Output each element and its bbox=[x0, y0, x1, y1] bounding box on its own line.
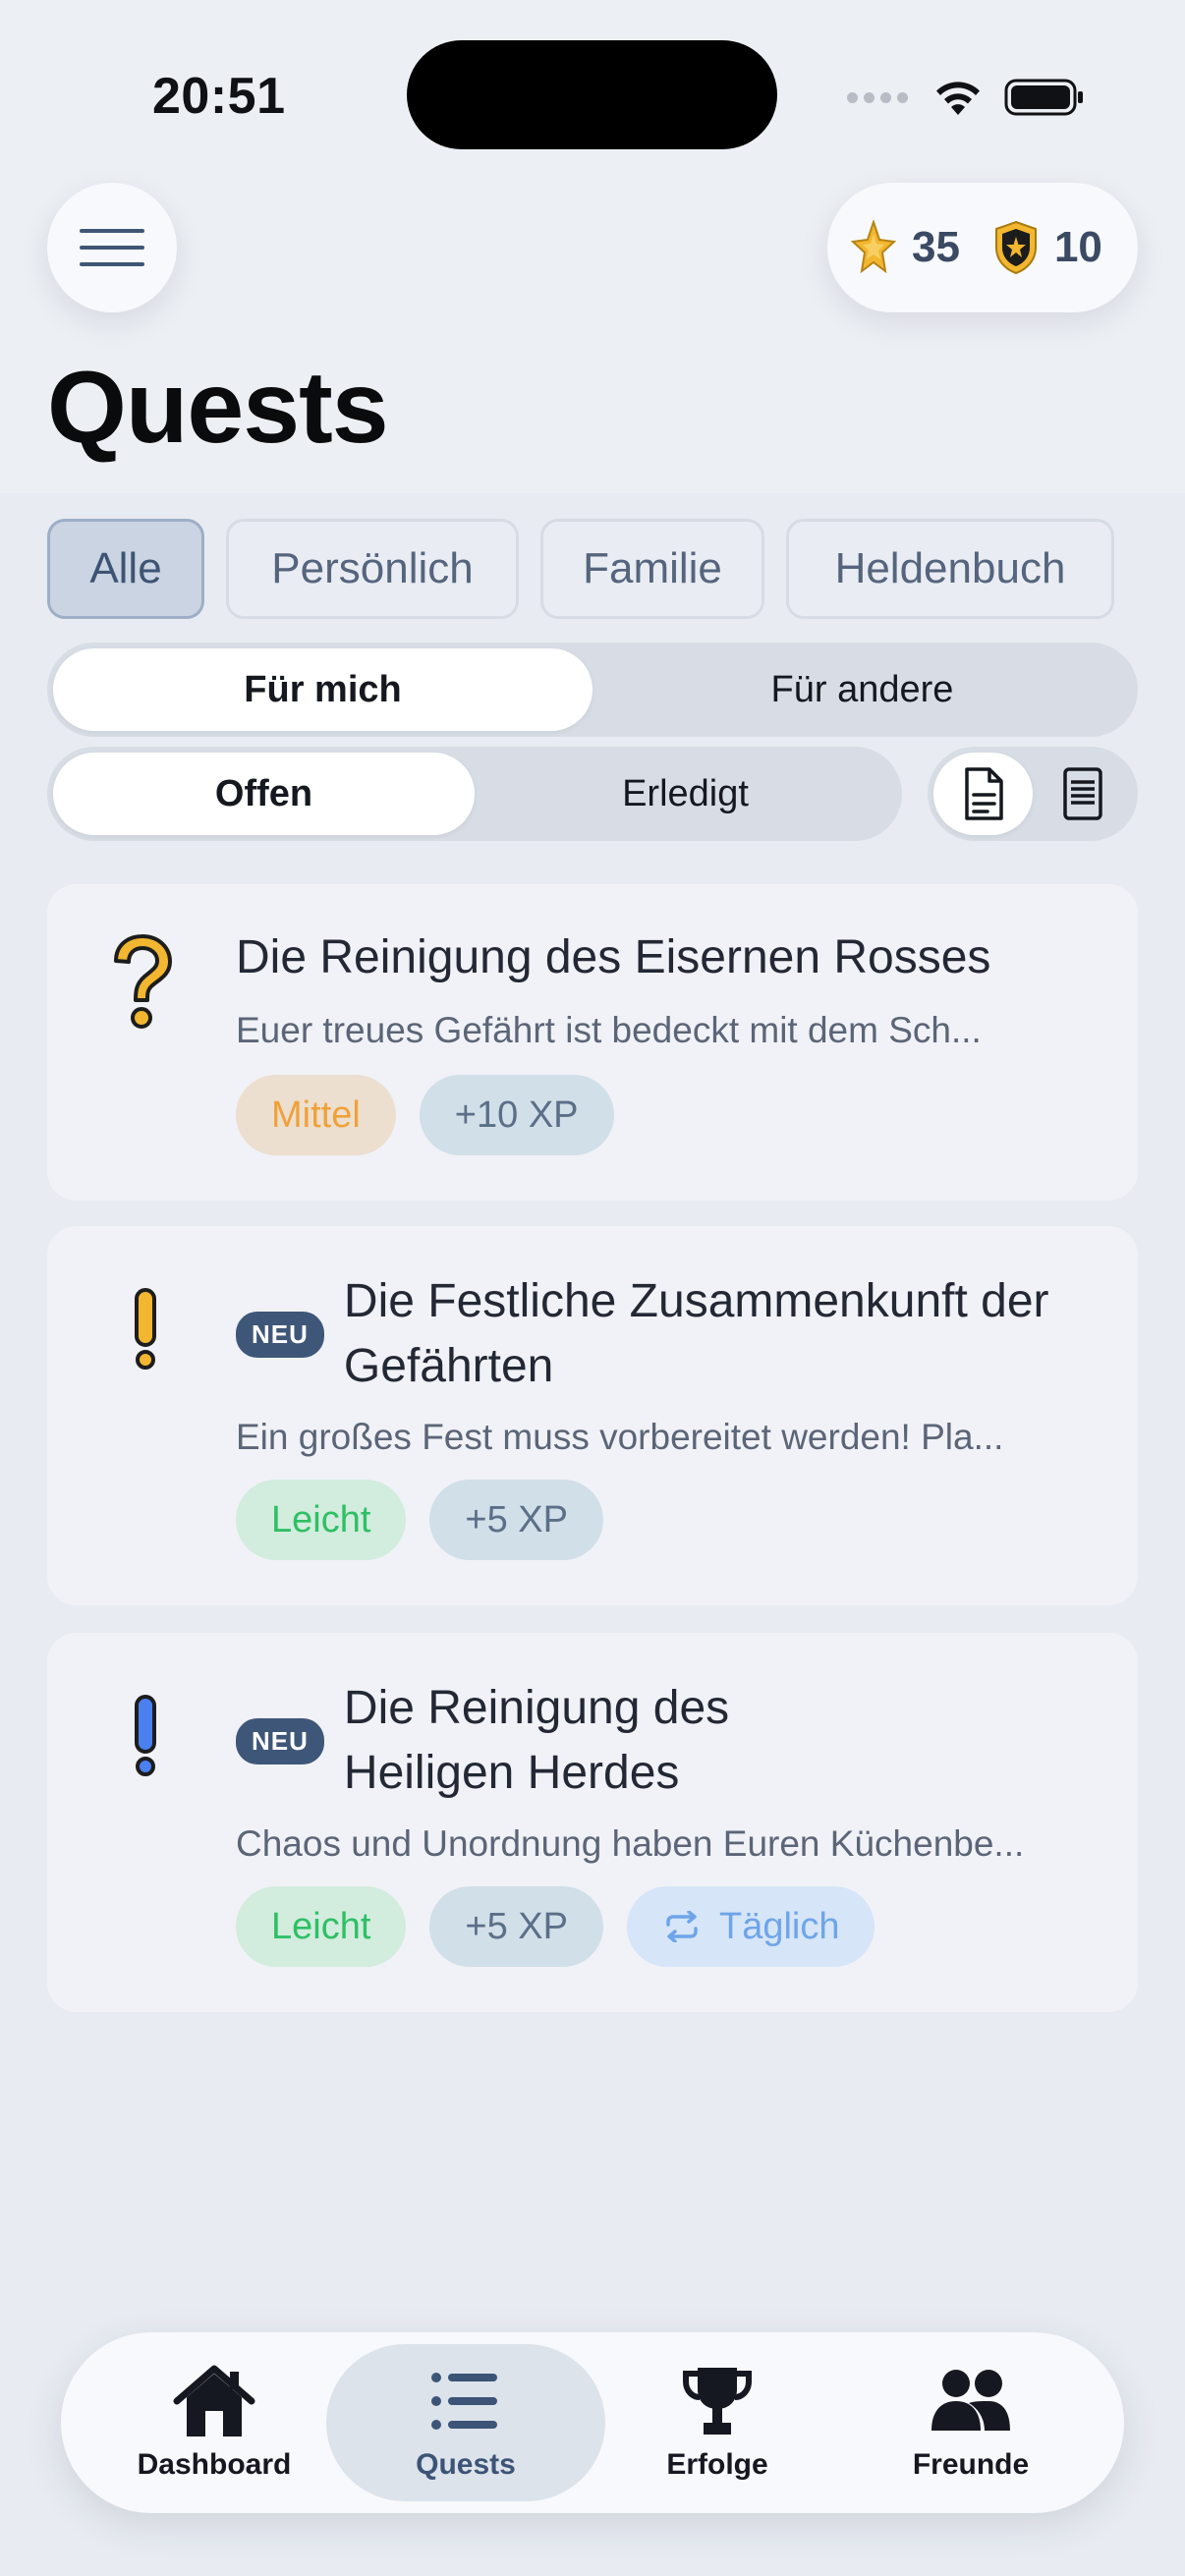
segment-offen[interactable]: Offen bbox=[53, 753, 475, 835]
nav-label: Freunde bbox=[912, 2448, 1030, 2481]
star-stat: 35 bbox=[851, 220, 960, 275]
status-time: 20:51 bbox=[152, 68, 286, 125]
quest-card[interactable]: NEU Die Festliche Zusammenkunft der Gefä… bbox=[47, 1226, 1138, 1605]
document-icon bbox=[964, 767, 1003, 820]
nav-item-quests[interactable]: Quests bbox=[343, 2332, 589, 2513]
quest-tags: Leicht +5 XP bbox=[236, 1480, 627, 1560]
status-toggle: Offen Erledigt bbox=[47, 747, 902, 841]
shield-count: 10 bbox=[1053, 223, 1102, 271]
trophy-icon bbox=[683, 2368, 752, 2435]
battery-icon bbox=[1004, 79, 1083, 116]
segment-erledigt[interactable]: Erledigt bbox=[475, 753, 896, 835]
quest-tags: Mittel +10 XP bbox=[236, 1075, 638, 1155]
new-badge: NEU bbox=[236, 1311, 324, 1358]
exclamation-icon bbox=[135, 1695, 156, 1776]
stats-pill[interactable]: 35 10 bbox=[827, 183, 1138, 312]
category-filter: Alle Persönlich Familie Heldenbuch bbox=[47, 519, 1114, 619]
chip-familie[interactable]: Familie bbox=[540, 519, 764, 619]
quest-title-row: NEU Die Festliche Zusammenkunft der Gefä… bbox=[236, 1269, 1089, 1399]
new-badge: NEU bbox=[236, 1717, 324, 1764]
question-mark-icon bbox=[114, 934, 172, 1029]
difficulty-tag: Leicht bbox=[236, 1886, 407, 1967]
dynamic-island bbox=[407, 40, 777, 149]
quest-description: Chaos und Unordnung haben Euren Küchenbe… bbox=[236, 1823, 1025, 1864]
quest-title-row: Die Reinigung des Eisernen Rosses bbox=[236, 925, 1089, 990]
wifi-icon bbox=[936, 82, 980, 115]
quest-title-row: NEU Die Reinigung des Heiligen Herdes bbox=[236, 1676, 804, 1806]
view-document-button[interactable] bbox=[933, 753, 1033, 835]
status-bar: 20:51 bbox=[0, 0, 1185, 187]
shield-stat: 10 bbox=[993, 220, 1102, 275]
list-icon bbox=[1062, 767, 1102, 820]
list-bullets-icon bbox=[431, 2373, 497, 2430]
star-count: 35 bbox=[912, 223, 960, 271]
view-list-button[interactable] bbox=[1033, 753, 1132, 835]
nav-label: Quests bbox=[416, 2448, 516, 2481]
quest-title: Die Festliche Zusammenkunft der Gefährte… bbox=[343, 1275, 1049, 1392]
view-toggle bbox=[928, 747, 1138, 841]
quest-card[interactable]: NEU Die Reinigung des Heiligen Herdes Ch… bbox=[47, 1633, 1138, 2012]
nav-item-erfolge[interactable]: Erfolge bbox=[594, 2332, 840, 2513]
segment-fuer-mich[interactable]: Für mich bbox=[53, 648, 592, 731]
hamburger-menu-icon bbox=[80, 229, 144, 266]
chip-alle[interactable]: Alle bbox=[47, 519, 204, 619]
difficulty-tag: Mittel bbox=[236, 1075, 396, 1155]
quest-description: Ein großes Fest muss vorbereitet werden!… bbox=[236, 1417, 1004, 1457]
nav-item-dashboard[interactable]: Dashboard bbox=[91, 2332, 337, 2513]
bottom-nav: Dashboard Quests Erfolge Freunde bbox=[61, 2332, 1124, 2513]
chip-persoenlich[interactable]: Persönlich bbox=[226, 519, 519, 619]
target-toggle: Für mich Für andere bbox=[47, 643, 1138, 737]
quest-description: Euer treues Gefährt ist bedeckt mit dem … bbox=[236, 1010, 982, 1050]
shield-icon bbox=[994, 220, 1037, 275]
cellular-signal-icon bbox=[847, 91, 908, 103]
page-title: Quests bbox=[47, 351, 389, 465]
quest-tags: Leicht +5 XP Täglich bbox=[236, 1886, 898, 1967]
xp-tag: +10 XP bbox=[419, 1075, 614, 1155]
home-icon bbox=[173, 2365, 255, 2436]
repeat-icon bbox=[666, 1911, 698, 1942]
recurrence-label: Täglich bbox=[718, 1905, 840, 1947]
nav-label: Dashboard bbox=[137, 2448, 292, 2481]
nav-label: Erfolge bbox=[666, 2448, 768, 2481]
status-icons bbox=[847, 73, 1085, 122]
menu-button[interactable] bbox=[47, 183, 177, 312]
quest-title: Die Reinigung des Eisernen Rosses bbox=[236, 931, 991, 983]
star-icon bbox=[851, 220, 896, 274]
quest-title: Die Reinigung des Heiligen Herdes bbox=[343, 1682, 730, 1799]
xp-tag: +5 XP bbox=[429, 1480, 603, 1560]
nav-item-freunde[interactable]: Freunde bbox=[848, 2332, 1094, 2513]
users-icon bbox=[931, 2370, 1010, 2431]
chip-heldenbuch[interactable]: Heldenbuch bbox=[786, 519, 1114, 619]
recurrence-tag: Täglich bbox=[626, 1886, 875, 1967]
segment-fuer-andere[interactable]: Für andere bbox=[592, 648, 1132, 731]
exclamation-icon bbox=[135, 1288, 156, 1370]
quest-card[interactable]: Die Reinigung des Eisernen Rosses Euer t… bbox=[47, 884, 1138, 1201]
difficulty-tag: Leicht bbox=[236, 1480, 407, 1560]
xp-tag: +5 XP bbox=[429, 1886, 603, 1967]
